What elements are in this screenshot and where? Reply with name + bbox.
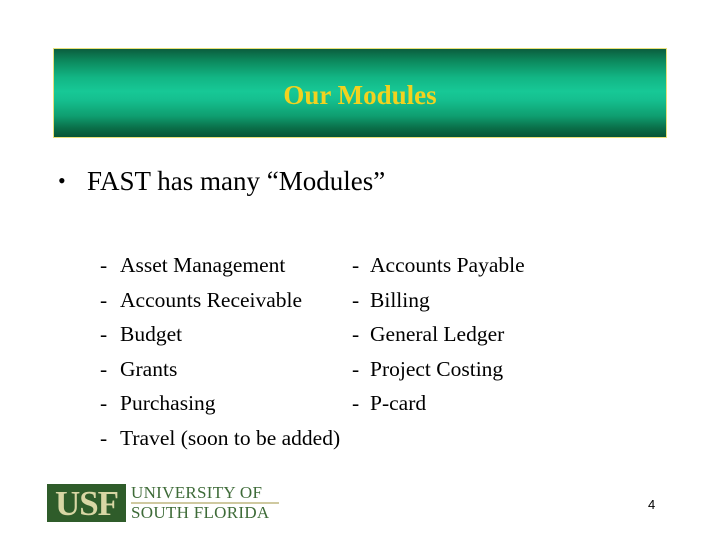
dash-icon: - [100,391,108,415]
dash-icon: - [352,391,360,415]
dash-icon: - [352,253,360,277]
title-banner: Our Modules [53,48,667,138]
module-label: Accounts Payable [370,253,525,277]
bullet-icon: • [58,168,66,193]
page-number: 4 [648,497,656,512]
module-label: Accounts Receivable [120,287,303,312]
module-label: General Ledger [370,322,505,346]
usf-logo-line2: SOUTH FLORIDA [131,503,270,522]
module-label: Budget [120,322,183,346]
module-label: Purchasing [120,391,216,415]
module-label: Asset Management [120,253,286,277]
module-label: Travel (soon to be added) [120,425,341,450]
usf-logo-mark: USF [47,484,126,523]
dash-icon: - [100,356,108,381]
slide-title: Our Modules [283,80,437,110]
dash-icon: - [100,322,108,346]
module-label: Billing [370,287,430,312]
bullet-text: FAST has many “Modules” [87,166,386,196]
dash-icon: - [100,287,108,312]
dash-icon: - [352,356,360,381]
usf-logo-line1: UNIVERSITY OF [131,483,263,502]
dash-icon: - [100,253,108,277]
main-bullet: • FAST has many “Modules” [58,164,385,198]
dash-icon: - [100,425,108,450]
module-label: Grants [120,356,178,381]
module-label: P-card [370,391,427,415]
usf-logo-letters: USF [54,484,119,523]
dash-icon: - [352,322,360,346]
module-label: Project Costing [370,356,504,381]
dash-icon: - [352,287,360,312]
